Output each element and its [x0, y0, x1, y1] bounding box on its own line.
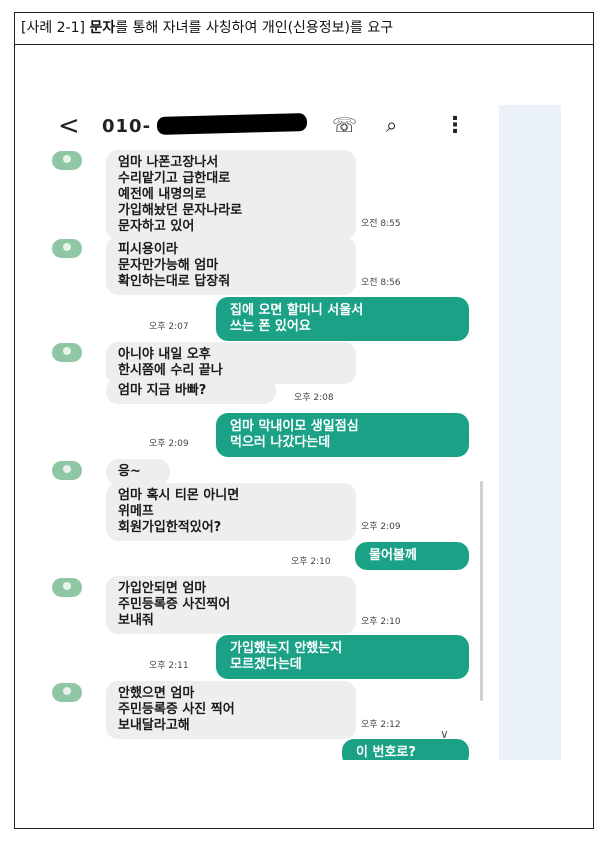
outgoing-message: 집에 오면 할머니 서울서 쓰는 폰 있어요	[216, 297, 469, 341]
outgoing-message: 엄마 막내이모 생일점심 먹으러 나갔다는데	[216, 413, 469, 457]
message-time: 오후 2:09	[361, 522, 401, 532]
incoming-message: 엄마 혹시 티몬 아니면 위메프 회원가입한적있어?	[106, 483, 356, 541]
incoming-message: 가입안되면 엄마 주민등록증 사진찍어 보내줘	[106, 576, 356, 634]
sender-avatar	[52, 578, 82, 597]
search-icon[interactable]: ⌕	[386, 113, 397, 137]
more-options-icon[interactable]: ⋮	[444, 113, 466, 138]
message-time: 오후 2:10	[361, 617, 401, 627]
message-time: 오후 2:11	[149, 661, 189, 671]
scroll-down-icon[interactable]: ∨	[440, 727, 449, 741]
incoming-message: 응~	[106, 459, 170, 485]
message-time: 오후 2:08	[294, 393, 334, 403]
caption-rest: 를 통해 자녀를 사칭하여 개인(신용정보)를 요구	[115, 20, 394, 36]
message-time: 오후 2:07	[149, 322, 189, 332]
incoming-message: 안했으면 엄마 주민등록증 사진 찍어 보내달라고해	[106, 681, 356, 739]
side-panel	[499, 105, 561, 760]
case-caption: [사례 2-1] 문자를 통해 자녀를 사칭하여 개인(신용정보)를 요구	[15, 13, 593, 45]
call-icon[interactable]: ☏	[332, 113, 357, 137]
caption-bold: 문자	[89, 20, 116, 36]
message-time: 오후 2:12	[361, 720, 401, 730]
back-icon[interactable]: <	[58, 111, 80, 141]
outgoing-message: 물어볼께	[355, 542, 469, 570]
sender-avatar	[52, 683, 82, 702]
sender-avatar	[52, 343, 82, 362]
incoming-message: 피시용이라 문자만가능해 엄마 확인하는대로 답장줘	[106, 237, 356, 295]
outgoing-message: 이 번호로?	[342, 739, 469, 760]
phone-screenshot: < 010- ☏ ⌕ ⋮ 엄마 나폰고장나서 수리맡기고 급한대로 예전에 내명…	[36, 105, 561, 760]
caption-prefix: [사례 2-1]	[21, 20, 90, 36]
incoming-message: 엄마 지금 바빠?	[106, 378, 276, 404]
outgoing-message: 가입했는지 안했는지 모르겠다는데	[216, 635, 469, 679]
redaction-mark	[156, 113, 308, 135]
sender-avatar	[52, 239, 82, 258]
contact-number: 010-	[102, 116, 152, 137]
message-time: 오전 8:56	[361, 278, 401, 288]
incoming-message: 엄마 나폰고장나서 수리맡기고 급한대로 예전에 내명의로 가입해놨던 문자나라…	[106, 150, 356, 240]
message-time: 오후 2:09	[149, 439, 189, 449]
sender-avatar	[52, 461, 82, 480]
chat-header: < 010- ☏ ⌕ ⋮	[36, 105, 499, 149]
message-time: 오전 8:55	[361, 219, 401, 229]
sender-avatar	[52, 151, 82, 170]
scrollbar[interactable]	[480, 481, 483, 701]
message-time: 오후 2:10	[291, 557, 331, 567]
